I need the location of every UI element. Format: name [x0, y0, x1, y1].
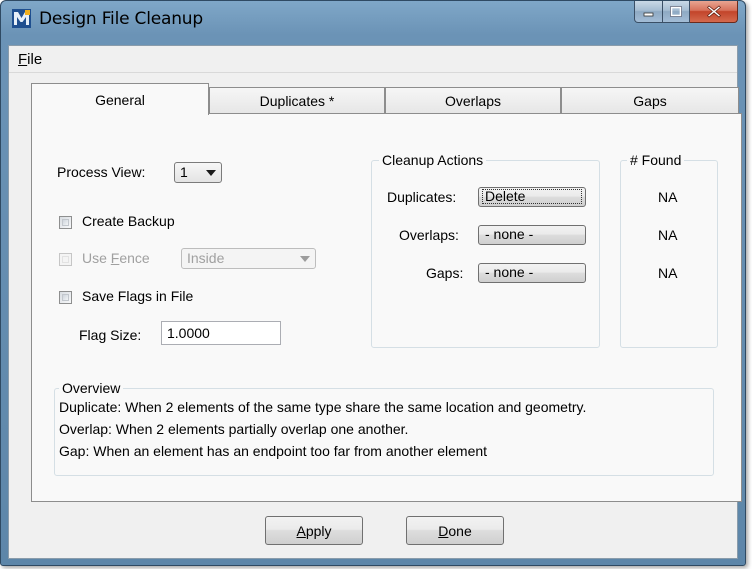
use-fence-label-prefix: Use	[82, 250, 111, 266]
save-flags-label: Save Flags in File	[82, 288, 194, 304]
menu-bar: File	[9, 46, 737, 73]
cleanup-actions-title: Cleanup Actions	[379, 152, 487, 168]
found-count-title: # Found	[627, 152, 685, 168]
duplicates-action-button[interactable]: Delete	[478, 187, 586, 207]
chevron-down-icon	[300, 256, 310, 262]
flag-size-input[interactable]	[161, 321, 281, 345]
gaps-action-label: Gaps:	[426, 265, 464, 281]
maximize-icon	[670, 5, 682, 17]
overlaps-action-button[interactable]: - none -	[478, 225, 586, 245]
apply-button-label: Apply	[296, 522, 332, 539]
minimize-icon	[643, 12, 653, 16]
tab-general[interactable]: General	[31, 83, 209, 115]
gaps-found-count: NA	[658, 265, 678, 281]
process-view-label: Process View:	[57, 164, 146, 180]
window-title: Design File Cleanup	[39, 9, 203, 29]
process-view-value: 1	[180, 164, 188, 180]
menu-file[interactable]: File	[18, 51, 42, 68]
overview-title: Overview	[59, 380, 124, 396]
use-fence-label-suffix: ence	[119, 250, 150, 266]
fence-mode-value: Inside	[187, 250, 225, 266]
found-count-group: # Found NA NA NA	[620, 152, 718, 348]
tab-gaps[interactable]: Gaps	[561, 87, 739, 114]
cleanup-actions-group: Cleanup Actions Duplicates: Delete Overl…	[371, 152, 600, 348]
overlaps-found-count: NA	[658, 227, 678, 243]
overlaps-action-value: - none -	[485, 226, 534, 242]
done-button-label: Done	[438, 522, 472, 539]
duplicates-action-value: Delete	[482, 189, 582, 204]
microstation-app-icon	[12, 9, 31, 28]
overview-gap-text: Gap: When an element has an endpoint too…	[59, 443, 488, 459]
tab-overlaps[interactable]: Overlaps	[385, 87, 561, 114]
create-backup-label: Create Backup	[82, 213, 175, 229]
minimize-button[interactable]	[634, 1, 663, 23]
close-button[interactable]	[690, 1, 738, 23]
close-icon	[706, 5, 721, 18]
overview-duplicate-text: Duplicate: When 2 elements of the same t…	[59, 399, 587, 415]
overview-overlap-text: Overlap: When 2 elements partially overl…	[59, 421, 409, 437]
fence-mode-dropdown[interactable]: Inside	[181, 248, 316, 269]
tab-strip: General Duplicates * Overlaps Gaps	[31, 83, 739, 115]
apply-button[interactable]: Apply	[265, 516, 363, 545]
gaps-action-button[interactable]: - none -	[478, 263, 586, 283]
title-bar[interactable]: Design File Cleanup	[1, 1, 745, 45]
dialog-client-area: File General Duplicates * Overlaps Gaps …	[8, 45, 742, 559]
flag-size-label: Flag Size:	[79, 327, 142, 343]
process-view-dropdown[interactable]: 1	[174, 162, 222, 183]
general-tab-panel: Process View: 1 Create Backup Use Fence …	[31, 113, 742, 502]
done-button[interactable]: Done	[406, 516, 504, 545]
use-fence-checkbox[interactable]	[59, 253, 72, 266]
design-file-cleanup-window: Design File Cleanup File General Duplica…	[0, 0, 746, 566]
duplicates-found-count: NA	[658, 189, 678, 205]
gaps-action-value: - none -	[485, 264, 534, 280]
maximize-button[interactable]	[663, 1, 690, 23]
caption-buttons	[634, 1, 738, 23]
duplicates-action-label: Duplicates:	[387, 189, 457, 205]
use-fence-label: Use Fence	[82, 250, 150, 266]
save-flags-checkbox[interactable]	[59, 291, 72, 304]
overview-group: Overview Duplicate: When 2 elements of t…	[54, 380, 714, 476]
chevron-down-icon	[206, 170, 216, 176]
create-backup-checkbox[interactable]	[59, 216, 72, 229]
overlaps-action-label: Overlaps:	[399, 227, 459, 243]
tab-duplicates[interactable]: Duplicates *	[209, 87, 385, 114]
